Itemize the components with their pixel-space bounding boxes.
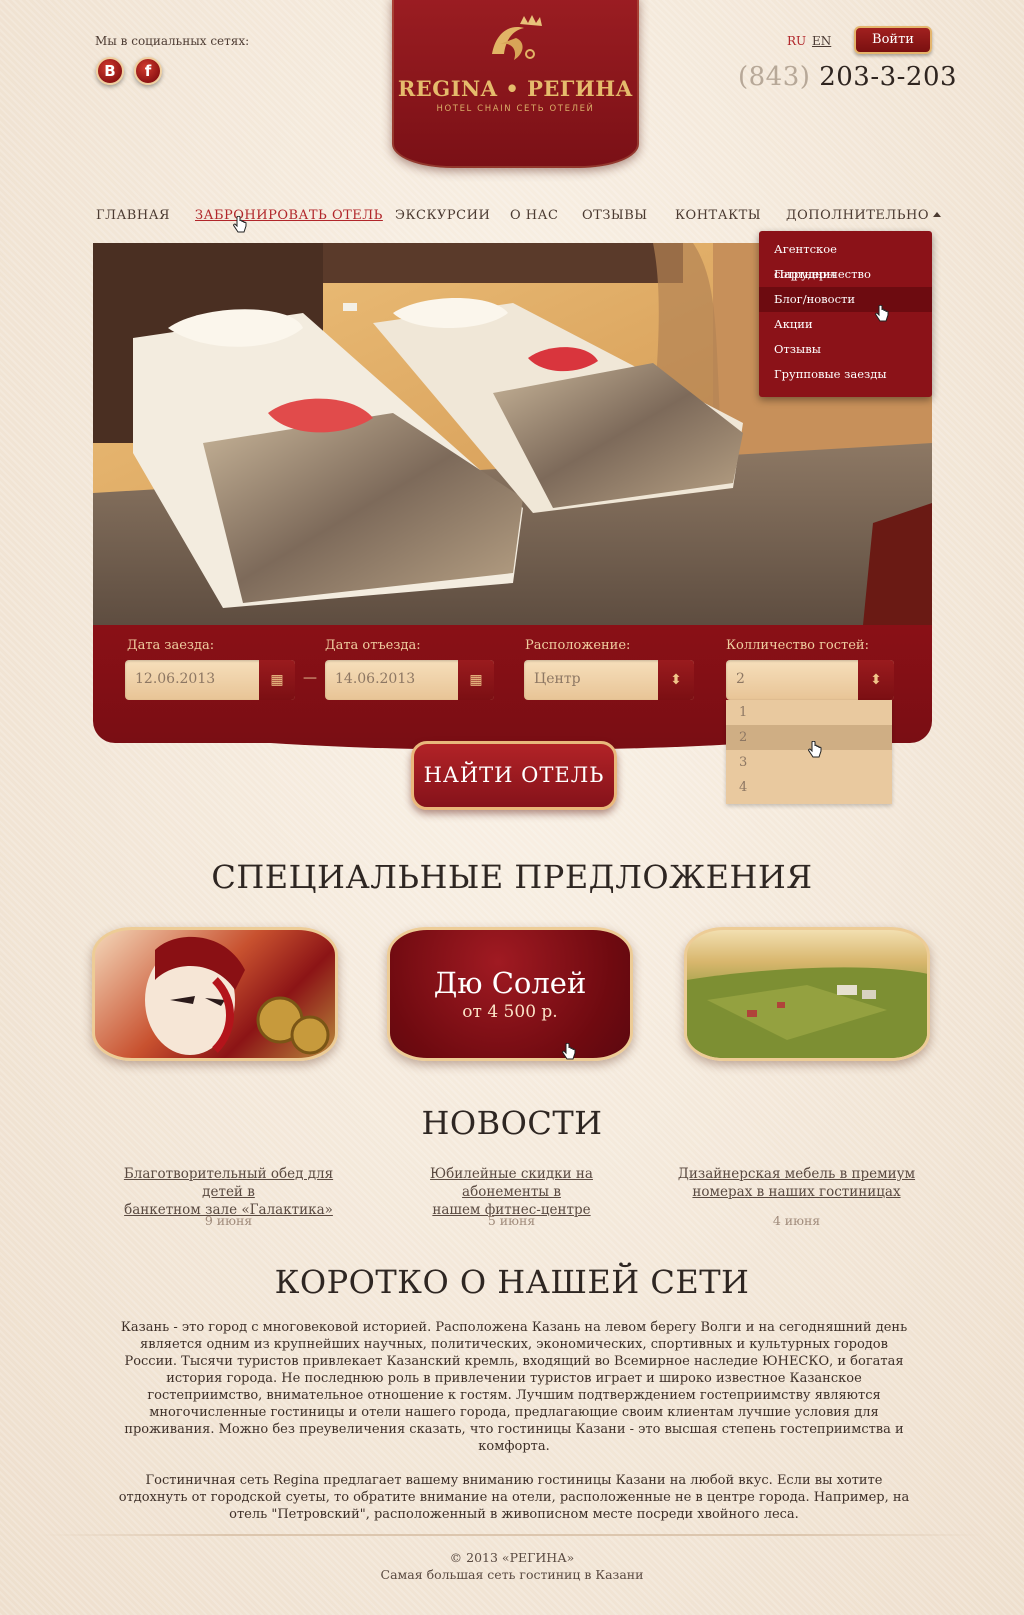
guests-select[interactable]: 2 ⬍ <box>726 660 894 700</box>
nav-more[interactable]: ДОПОЛНИТЕЛЬНО <box>786 208 942 223</box>
find-hotel-button[interactable]: НАЙТИ ОТЕЛЬ <box>411 741 617 810</box>
social-label: Мы в социальных сетях: <box>95 34 250 48</box>
nav-more-label: ДОПОЛНИТЕЛЬНО <box>786 208 930 223</box>
phone-number: 203-3-203 <box>819 62 958 92</box>
news-date: 4 июня <box>772 1213 821 1228</box>
checkin-label: Дата заезда: <box>127 638 215 653</box>
offer-card-landscape[interactable] <box>684 927 930 1061</box>
lang-en[interactable]: EN <box>812 34 831 48</box>
about-title: КОРОТКО О НАШЕЙ СЕТИ <box>274 1263 750 1301</box>
offers-title: СПЕЦИАЛЬНЫЕ ПРЕДЛОЖЕНИЯ <box>211 858 813 896</box>
location-select[interactable]: Центр ⬍ <box>524 660 694 700</box>
checkin-value: 12.06.2013 <box>135 671 216 687</box>
offer-card-du-soleil[interactable]: Дю Солей от 4 500 р. <box>387 927 633 1061</box>
dropdown-item[interactable]: Блог/новости <box>759 287 932 312</box>
more-dropdown-menu: Агентское сотрудничество Партнеры Блог/н… <box>759 231 932 397</box>
date-separator: — <box>303 670 317 686</box>
location-value: Центр <box>534 671 581 687</box>
hand-cursor-icon <box>233 216 247 233</box>
guests-option[interactable]: 1 <box>726 700 892 725</box>
nav-reviews[interactable]: ОТЗЫВЫ <box>582 208 648 223</box>
offer-card-theatre[interactable] <box>92 927 338 1061</box>
phone: (843) 203-3-203 <box>738 62 957 92</box>
nav-home[interactable]: ГЛАВНАЯ <box>96 208 170 223</box>
footer-tagline: Самая большая сеть гостиниц в Казани <box>380 1567 644 1582</box>
hand-cursor-icon <box>875 305 889 322</box>
kabuki-photo <box>145 936 330 1055</box>
hand-cursor-icon <box>808 741 822 758</box>
guests-value: 2 <box>736 671 745 687</box>
logo[interactable]: REGINA • РЕГИНА HOTEL CHAIN СЕТЬ ОТЕЛЕЙ <box>392 0 639 168</box>
dropdown-item[interactable]: Групповые заезды <box>759 362 932 387</box>
news-line: Дизайнерская мебель в премиум <box>677 1166 916 1182</box>
select-arrows-icon[interactable]: ⬍ <box>658 660 694 700</box>
crown-monogram-icon <box>492 15 542 60</box>
news-line: Благотворительный обед для детей в <box>123 1166 334 1200</box>
about-paragraph: Гостиничная сеть Regina предлагает вашем… <box>118 1473 910 1522</box>
village-photo <box>687 967 927 1058</box>
news-link[interactable]: Дизайнерская мебель в премиум номерах в … <box>674 1165 919 1201</box>
footer-divider <box>40 1534 984 1536</box>
select-arrows-icon[interactable]: ⬍ <box>858 660 894 700</box>
hand-cursor-icon <box>562 1043 576 1060</box>
checkout-field[interactable]: 14.06.2013 ▦ <box>325 660 494 700</box>
logo-name: REGINA • РЕГИНА <box>397 76 634 101</box>
nav-excursions[interactable]: ЭКСКУРСИИ <box>395 208 490 223</box>
checkout-value: 14.06.2013 <box>335 671 416 687</box>
dropdown-item[interactable]: Агентское сотрудничество <box>759 237 932 281</box>
lang-ru[interactable]: RU <box>787 34 806 48</box>
news-link[interactable]: Юбилейные скидки на абонементы в нашем ф… <box>389 1165 634 1219</box>
vk-icon[interactable]: B <box>96 57 124 85</box>
nav-book-hotel[interactable]: ЗАБРОНИРОВАТЬ ОТЕЛЬ <box>195 208 383 223</box>
news-line: Юбилейные скидки на абонементы в <box>430 1166 593 1200</box>
checkout-label: Дата отъезда: <box>325 638 421 653</box>
caret-up-icon <box>933 212 942 217</box>
dropdown-item[interactable]: Отзывы <box>759 337 932 362</box>
guests-label: Колличество гостей: <box>726 638 869 653</box>
news-line: номерах в наших гостиницах <box>692 1184 901 1200</box>
news-title: НОВОСТИ <box>421 1104 603 1142</box>
phone-code: (843) <box>738 62 811 92</box>
nav-about[interactable]: О НАС <box>510 208 558 223</box>
guests-option[interactable]: 4 <box>726 775 892 800</box>
login-button[interactable]: Войти <box>854 26 932 54</box>
checkin-field[interactable]: 12.06.2013 ▦ <box>125 660 295 700</box>
calendar-icon[interactable]: ▦ <box>458 660 494 700</box>
footer-copyright: © 2013 «РЕГИНА» <box>449 1550 575 1565</box>
dropdown-item[interactable]: Акции <box>759 312 932 337</box>
news-date: 5 июня <box>487 1213 536 1228</box>
offer-price: от 4 500 р. <box>462 1002 558 1022</box>
calendar-icon[interactable]: ▦ <box>259 660 295 700</box>
about-paragraph: Казань - это город с многовековой истори… <box>120 1320 908 1454</box>
nav-contacts[interactable]: КОНТАКТЫ <box>675 208 761 223</box>
offer-title: Дю Солей <box>433 966 587 1000</box>
news-link[interactable]: Благотворительный обед для детей в банке… <box>106 1165 351 1219</box>
logo-subtitle: HOTEL CHAIN СЕТЬ ОТЕЛЕЙ <box>436 104 595 114</box>
about-text: Казань - это город с многовековой истори… <box>118 1319 910 1523</box>
location-label: Расположение: <box>525 638 631 653</box>
facebook-icon[interactable]: f <box>134 57 162 85</box>
news-date: 9 июня <box>204 1213 253 1228</box>
